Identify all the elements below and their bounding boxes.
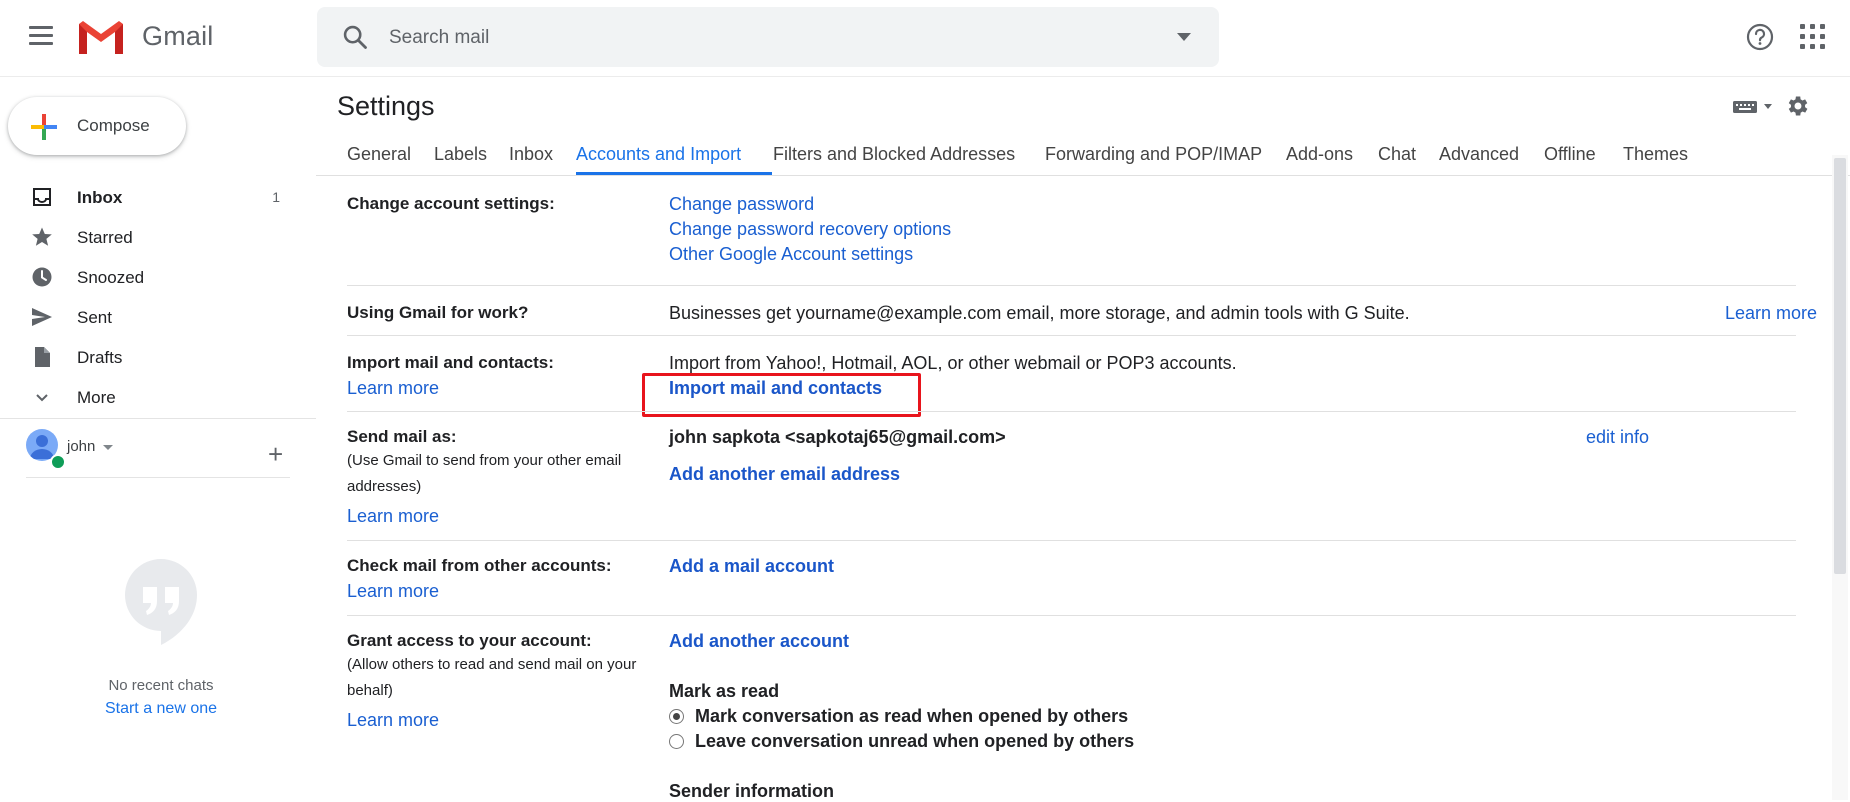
start-new-chat-link[interactable]: Start a new one <box>0 700 322 718</box>
mark-as-read-radio[interactable] <box>669 709 684 724</box>
send-as-address: john sapkota <sapkotaj65@gmail.com> <box>669 427 1006 447</box>
gmail-logo-text[interactable]: Gmail <box>142 21 214 52</box>
tab-advanced[interactable]: Advanced <box>1439 144 1519 165</box>
send-mail-as-label: Send mail as: <box>347 427 457 446</box>
page-title: Settings <box>337 91 435 121</box>
online-status-icon <box>50 454 66 470</box>
other-google-account-settings-link[interactable]: Other Google Account settings <box>669 244 913 265</box>
leave-unread-option-label[interactable]: Leave conversation unread when opened by… <box>695 731 1134 752</box>
tab-themes[interactable]: Themes <box>1623 144 1688 165</box>
chevron-down-icon <box>36 394 48 402</box>
import-description: Import from Yahoo!, Hotmail, AOL, or oth… <box>669 353 1237 373</box>
add-mail-account-link[interactable]: Add a mail account <box>669 556 834 577</box>
check-mail-label: Check mail from other accounts: <box>347 556 612 575</box>
sidebar-item-starred[interactable]: Starred <box>0 219 300 255</box>
gmail-logo-icon[interactable] <box>76 18 126 56</box>
row-divider <box>347 540 1796 541</box>
sidebar-item-inbox[interactable]: Inbox 1 <box>0 179 300 215</box>
settings-main: Settings General Labels Inbox Accounts a… <box>316 77 1850 801</box>
gsuite-description: Businesses get yourname@example.com emai… <box>669 303 1410 323</box>
search-bar <box>317 7 1219 67</box>
tab-chat[interactable]: Chat <box>1378 144 1416 165</box>
search-icon[interactable] <box>341 23 369 51</box>
change-account-settings-label: Change account settings: <box>347 194 555 213</box>
sidebar: Compose Inbox 1 Starred Snoozed Sent Dra… <box>0 77 316 800</box>
star-icon <box>32 227 52 246</box>
gsuite-learn-more-link[interactable]: Learn more <box>1725 303 1817 324</box>
mark-as-read-option-label[interactable]: Mark conversation as read when opened by… <box>695 706 1128 727</box>
help-icon[interactable] <box>1745 22 1775 52</box>
change-password-recovery-link[interactable]: Change password recovery options <box>669 219 951 240</box>
sender-information-heading: Sender information <box>669 781 835 801</box>
sidebar-item-sent[interactable]: Sent <box>0 299 300 335</box>
add-another-email-address-link[interactable]: Add another email address <box>669 464 900 485</box>
mark-as-read-heading: Mark as read <box>669 681 780 701</box>
search-options-chevron-icon[interactable] <box>1177 33 1191 41</box>
scrollbar-thumb[interactable] <box>1834 158 1846 574</box>
grant-access-learn-more-link[interactable]: Learn more <box>347 710 439 731</box>
hangouts-quote-icon <box>125 559 197 645</box>
sidebar-item-label: Sent <box>77 308 112 327</box>
send-mail-as-description: (Use Gmail to send from your other email… <box>347 452 622 495</box>
sidebar-item-label: Drafts <box>77 348 123 367</box>
sidebar-item-label: Starred <box>77 228 133 247</box>
row-divider <box>347 285 1796 286</box>
send-icon <box>32 308 52 326</box>
keyboard-icon[interactable] <box>1733 99 1757 115</box>
no-recent-chats-text: No recent chats <box>108 677 214 694</box>
grant-access-description: (Allow others to read and send mail on y… <box>347 656 637 699</box>
edit-info-link[interactable]: edit info <box>1586 427 1649 448</box>
settings-tabs: General Labels Inbox Accounts and Import… <box>316 131 1850 176</box>
sidebar-item-label: More <box>77 388 116 407</box>
google-apps-icon[interactable] <box>1800 24 1826 50</box>
check-mail-learn-more-link[interactable]: Learn more <box>347 581 439 602</box>
tab-add-ons[interactable]: Add-ons <box>1286 144 1353 165</box>
new-conversation-plus-icon[interactable]: + <box>268 441 283 467</box>
import-mail-and-contacts-link[interactable]: Import mail and contacts <box>669 378 882 399</box>
sidebar-item-label: Snoozed <box>77 268 145 287</box>
input-tools-chevron-icon[interactable] <box>1764 104 1772 109</box>
divider <box>26 477 290 478</box>
sidebar-item-drafts[interactable]: Drafts <box>0 339 300 375</box>
active-tab-indicator <box>576 172 772 175</box>
leave-unread-radio[interactable] <box>669 734 684 749</box>
row-divider <box>347 411 1796 412</box>
gmail-for-work-label: Using Gmail for work? <box>347 303 529 322</box>
add-another-account-link[interactable]: Add another account <box>669 631 849 652</box>
import-mail-label: Import mail and contacts: <box>347 353 554 372</box>
grant-access-label: Grant access to your account: <box>347 631 592 650</box>
user-menu-chevron-icon[interactable] <box>103 445 113 450</box>
tab-forwarding-and-pop-imap[interactable]: Forwarding and POP/IMAP <box>1045 144 1262 165</box>
compose-label: Compose <box>77 116 150 135</box>
clock-icon <box>32 267 52 287</box>
import-learn-more-link[interactable]: Learn more <box>347 378 439 399</box>
tab-inbox[interactable]: Inbox <box>509 144 553 165</box>
compose-button[interactable]: Compose <box>8 97 186 155</box>
tab-offline[interactable]: Offline <box>1544 144 1596 165</box>
tab-labels[interactable]: Labels <box>434 144 487 165</box>
row-divider <box>347 335 1796 336</box>
top-bar: Gmail <box>0 0 1850 77</box>
inbox-unread-count: 1 <box>272 189 280 205</box>
main-menu-icon[interactable] <box>22 21 62 53</box>
search-input[interactable] <box>387 19 1151 57</box>
gear-icon[interactable] <box>1784 93 1810 119</box>
tab-accounts-and-import[interactable]: Accounts and Import <box>576 144 741 165</box>
compose-plus-icon <box>31 114 57 140</box>
tab-general[interactable]: General <box>347 144 411 165</box>
hangouts-user-name[interactable]: john <box>67 438 95 455</box>
sidebar-item-label: Inbox <box>77 188 123 207</box>
tab-filters-and-blocked-addresses[interactable]: Filters and Blocked Addresses <box>773 144 1015 165</box>
sidebar-item-more[interactable]: More <box>0 379 300 415</box>
draft-icon <box>35 347 50 367</box>
inbox-icon <box>33 188 51 206</box>
row-divider <box>347 615 1796 616</box>
sidebar-item-snoozed[interactable]: Snoozed <box>0 259 300 295</box>
send-as-learn-more-link[interactable]: Learn more <box>347 506 439 527</box>
divider <box>0 418 316 419</box>
change-password-link[interactable]: Change password <box>669 194 814 215</box>
